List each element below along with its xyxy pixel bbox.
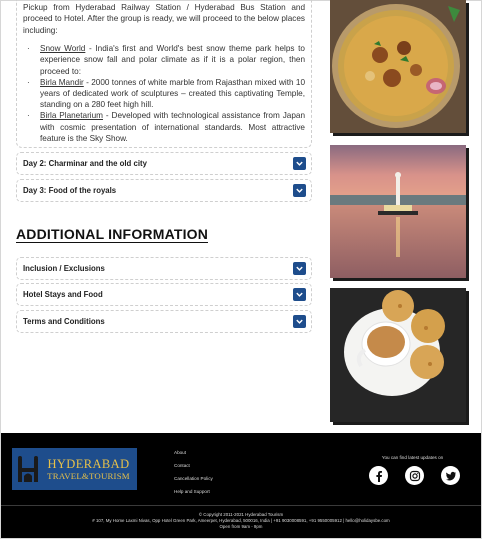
day1-intro: Pickup from Hyderabad Railway Station / … <box>23 3 305 35</box>
chevron-down-icon[interactable] <box>293 184 306 197</box>
footer-links: About Contact Cancellation Policy Help a… <box>174 446 213 498</box>
accordion-label: Hotel Stays and Food <box>23 290 103 299</box>
place-link-birla-mandir[interactable]: Birla Mandir <box>40 78 84 87</box>
charminar-icon <box>12 448 44 490</box>
chevron-down-icon[interactable] <box>293 315 306 328</box>
footer-bottom: © Copyright 2011-2021 Hyderabad Tourism … <box>1 512 481 530</box>
twitter-icon[interactable] <box>441 466 460 485</box>
biryani-image <box>330 0 466 133</box>
bullet-icon: · <box>27 77 30 87</box>
accordion-label: Day 3: Food of the royals <box>23 186 117 195</box>
footer-divider <box>1 505 481 506</box>
chevron-down-icon[interactable] <box>293 262 306 275</box>
itinerary-column: Pickup from Hyderabad Railway Station / … <box>16 0 312 148</box>
accordion-day2[interactable]: Day 2: Charminar and the old city <box>16 152 312 175</box>
footer-link-help-support[interactable]: Help and Support <box>174 485 213 498</box>
footer-link-about[interactable]: About <box>174 446 213 459</box>
footer-link-contact[interactable]: Contact <box>174 459 213 472</box>
accordion-day3[interactable]: Day 3: Food of the royals <box>16 179 312 202</box>
tea-biscuits-image <box>330 288 466 422</box>
logo-line2: TRAVEL&TOURISM <box>47 470 130 481</box>
accordion-terms[interactable]: Terms and Conditions <box>16 310 312 333</box>
instagram-icon[interactable] <box>405 466 424 485</box>
footer-link-cancellation-policy[interactable]: Cancellation Policy <box>174 472 213 485</box>
logo-text: HYDERABAD TRAVEL&TOURISM <box>44 457 137 482</box>
accordion-label: Inclusion / Exclusions <box>23 264 105 273</box>
accordion-label: Terms and Conditions <box>23 317 105 326</box>
hussain-sagar-image <box>330 145 466 278</box>
bullet-icon: · <box>27 44 30 54</box>
bullet-icon: · <box>27 111 30 121</box>
list-item: · Snow World - India's first and World's… <box>23 43 305 77</box>
hours-text: Open from 9am - 9pm <box>219 524 263 529</box>
list-item: · Birla Planetarium - Developed with tec… <box>23 110 305 144</box>
logo-line1: HYDERABAD <box>47 456 130 471</box>
accordion-label: Day 2: Charminar and the old city <box>23 159 147 168</box>
social-links <box>369 466 460 485</box>
place-list: · Snow World - India's first and World's… <box>23 43 305 144</box>
additional-info-title: ADDITIONAL INFORMATION <box>16 226 209 243</box>
chevron-down-icon[interactable] <box>293 288 306 301</box>
accordion-hotel-stays[interactable]: Hotel Stays and Food <box>16 283 312 306</box>
day1-panel: Pickup from Hyderabad Railway Station / … <box>16 0 312 148</box>
list-item: · Birla Mandir - 2000 tonnes of white ma… <box>23 77 305 111</box>
facebook-icon[interactable] <box>369 466 388 485</box>
chevron-down-icon[interactable] <box>293 157 306 170</box>
site-logo[interactable]: HYDERABAD TRAVEL&TOURISM <box>12 448 137 490</box>
accordion-inclusion-exclusions[interactable]: Inclusion / Exclusions <box>16 257 312 280</box>
place-link-birla-planetarium[interactable]: Birla Planetarium <box>40 111 103 120</box>
place-link-snow-world[interactable]: Snow World <box>40 44 85 53</box>
social-caption: You can find latest updates on <box>381 455 444 460</box>
